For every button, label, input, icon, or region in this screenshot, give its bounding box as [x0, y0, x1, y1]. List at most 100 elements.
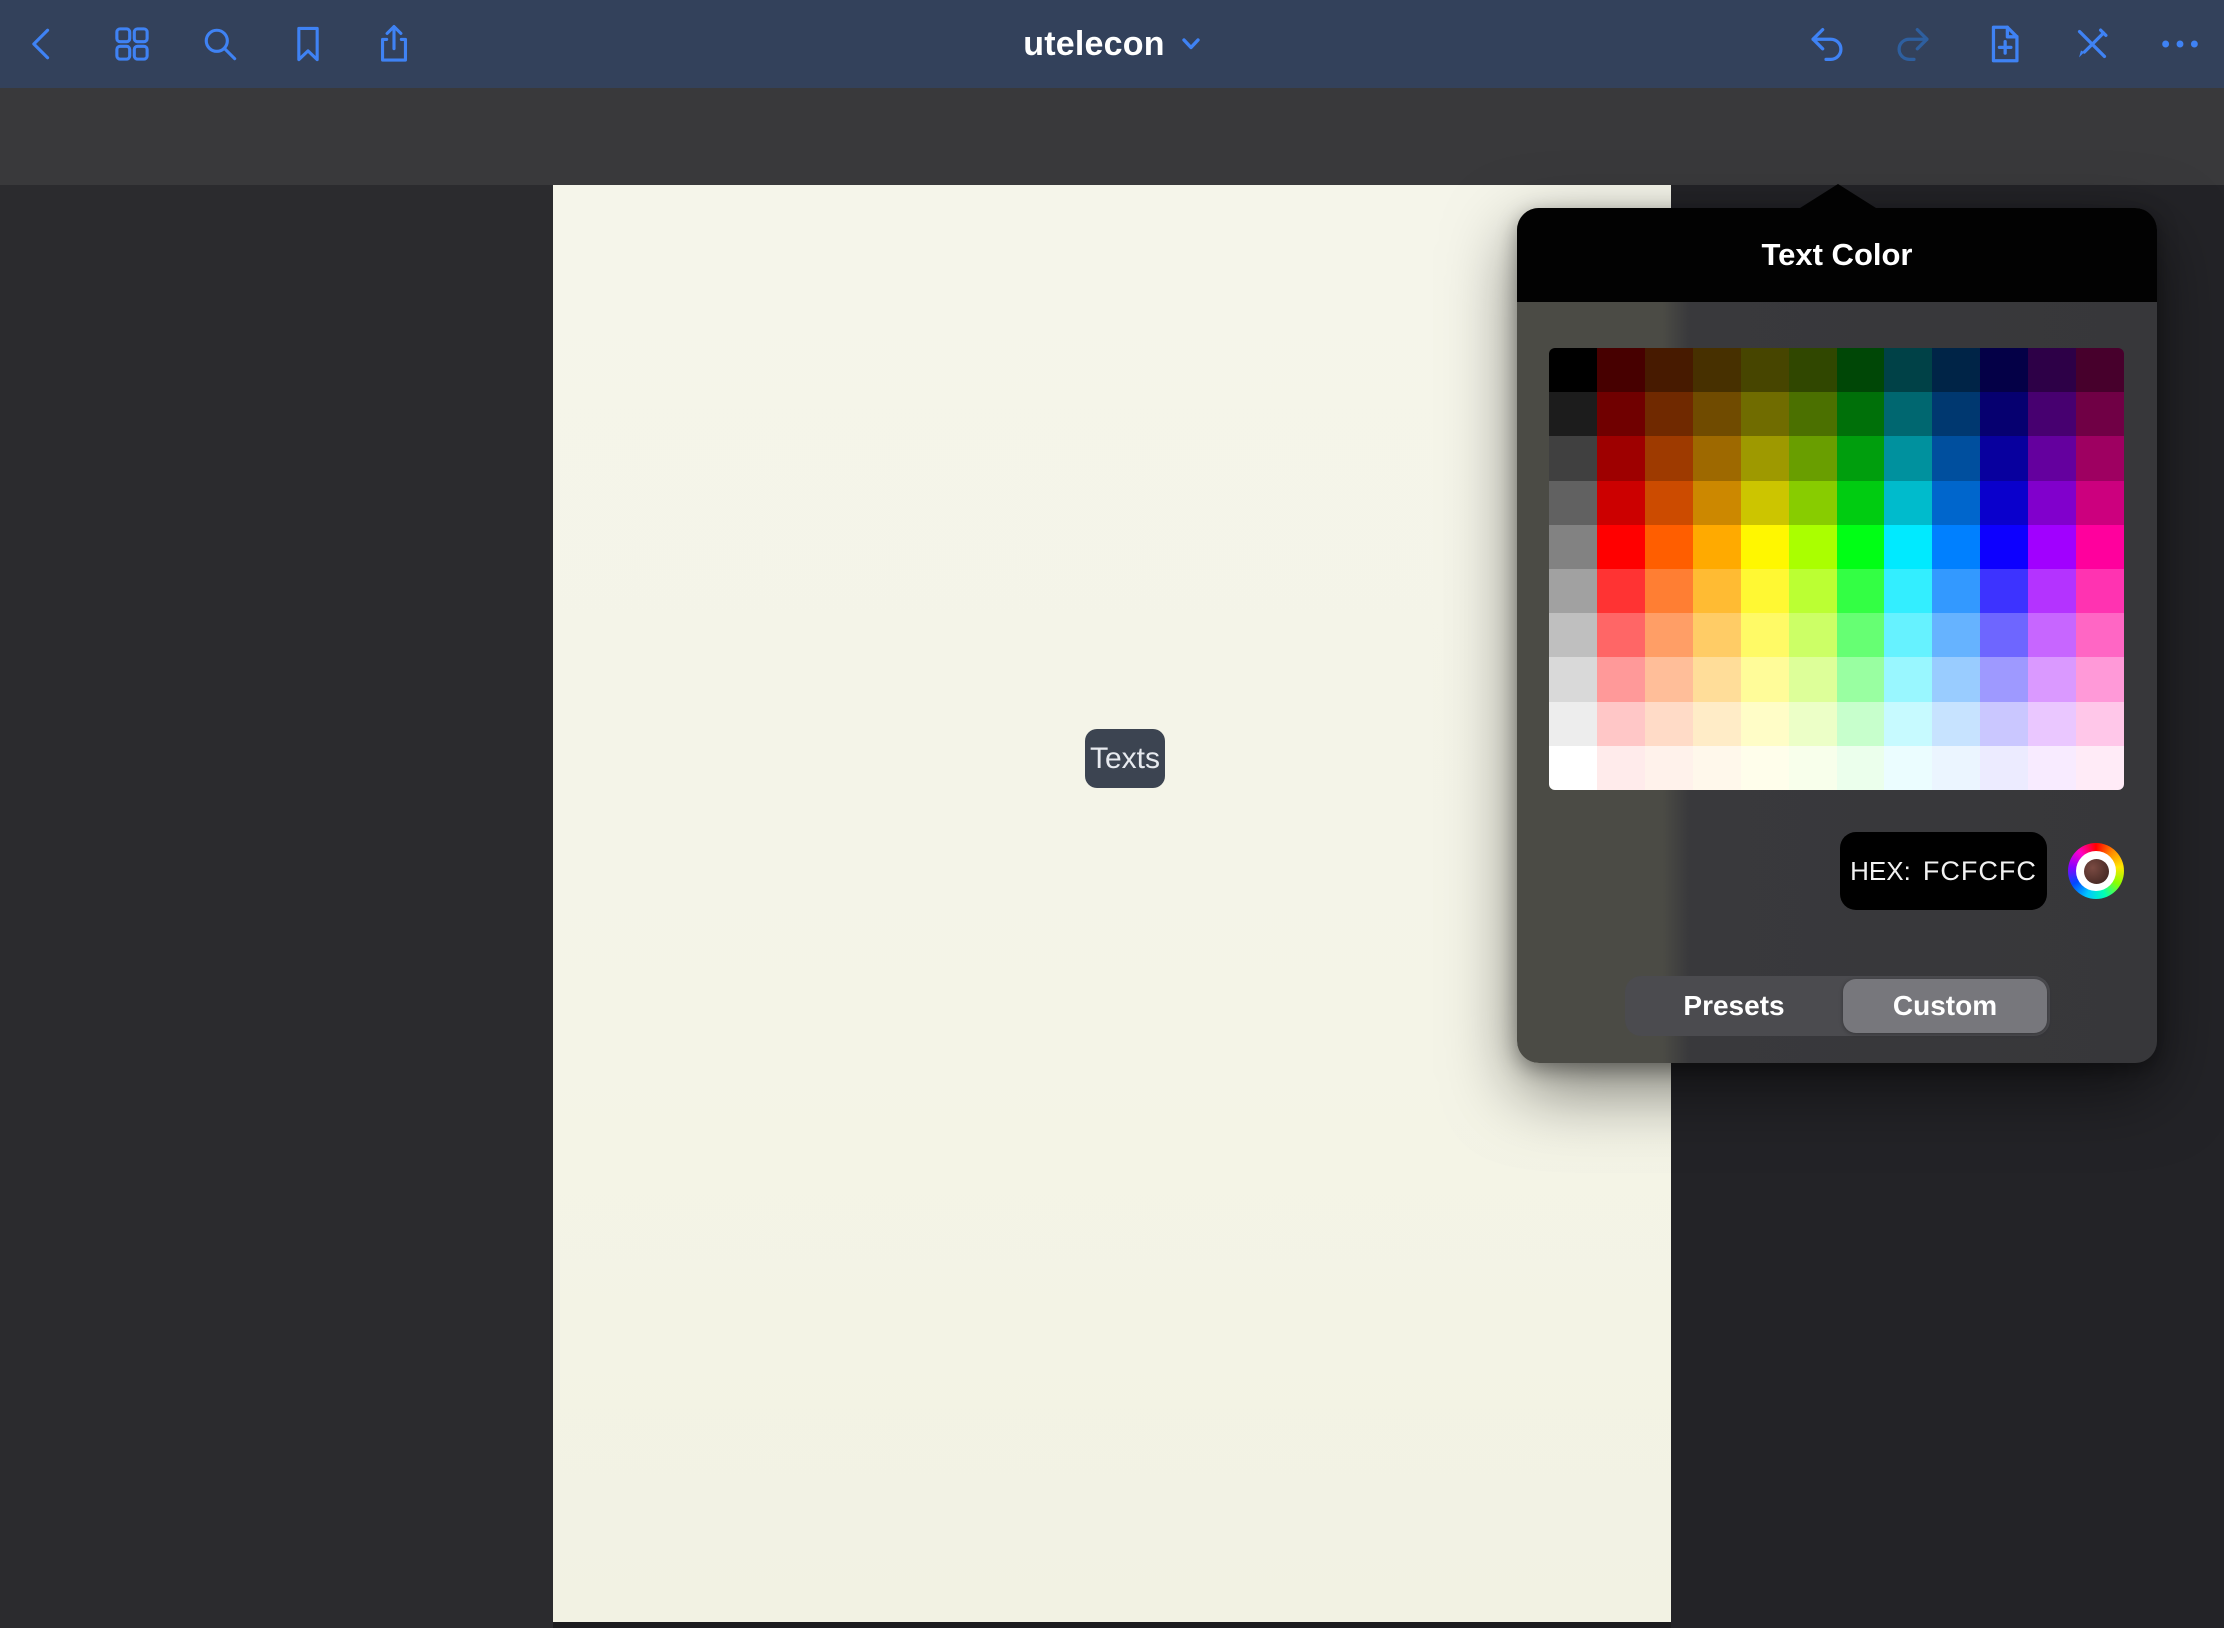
color-swatch[interactable]: [1932, 613, 1980, 657]
color-swatch[interactable]: [1645, 525, 1693, 569]
color-swatch[interactable]: [2076, 392, 2124, 436]
color-swatch[interactable]: [1837, 657, 1885, 701]
color-swatch[interactable]: [1932, 525, 1980, 569]
color-swatch[interactable]: [1645, 348, 1693, 392]
color-swatch[interactable]: [1597, 569, 1645, 613]
color-swatch[interactable]: [1789, 569, 1837, 613]
color-swatch[interactable]: [2076, 613, 2124, 657]
color-swatch[interactable]: [1645, 702, 1693, 746]
color-swatch[interactable]: [1837, 746, 1885, 790]
color-swatch[interactable]: [1741, 436, 1789, 480]
color-swatch[interactable]: [1884, 348, 1932, 392]
color-swatch[interactable]: [1932, 481, 1980, 525]
color-swatch[interactable]: [1837, 613, 1885, 657]
color-swatch[interactable]: [1549, 392, 1597, 436]
add-page-button[interactable]: [1980, 20, 2028, 68]
color-swatch[interactable]: [2028, 702, 2076, 746]
color-swatch[interactable]: [1693, 746, 1741, 790]
text-object[interactable]: Texts: [1085, 729, 1165, 788]
hex-input[interactable]: HEX: FCFCFC: [1840, 832, 2047, 910]
color-swatch[interactable]: [1597, 525, 1645, 569]
color-swatch[interactable]: [1884, 569, 1932, 613]
color-swatch[interactable]: [1693, 702, 1741, 746]
color-swatch[interactable]: [1932, 657, 1980, 701]
color-swatch[interactable]: [1741, 657, 1789, 701]
color-swatch[interactable]: [1741, 702, 1789, 746]
color-swatch[interactable]: [1549, 702, 1597, 746]
color-swatch[interactable]: [1980, 702, 2028, 746]
color-swatch[interactable]: [1932, 746, 1980, 790]
color-swatch[interactable]: [1693, 657, 1741, 701]
color-swatch[interactable]: [1597, 613, 1645, 657]
color-swatch[interactable]: [1980, 746, 2028, 790]
color-swatch[interactable]: [1693, 392, 1741, 436]
color-swatch[interactable]: [1884, 746, 1932, 790]
color-swatch[interactable]: [1549, 613, 1597, 657]
color-swatch[interactable]: [1980, 481, 2028, 525]
color-swatch[interactable]: [2028, 525, 2076, 569]
color-swatch[interactable]: [1549, 525, 1597, 569]
color-swatch[interactable]: [1645, 613, 1693, 657]
color-swatch[interactable]: [1789, 657, 1837, 701]
color-swatch[interactable]: [1741, 481, 1789, 525]
color-swatch[interactable]: [1837, 702, 1885, 746]
color-swatch[interactable]: [1693, 436, 1741, 480]
color-swatch[interactable]: [1980, 436, 2028, 480]
color-swatch[interactable]: [1837, 569, 1885, 613]
color-swatch[interactable]: [1932, 392, 1980, 436]
color-swatch[interactable]: [2076, 481, 2124, 525]
color-swatch[interactable]: [1645, 657, 1693, 701]
color-swatch[interactable]: [1741, 746, 1789, 790]
color-swatch[interactable]: [1693, 613, 1741, 657]
readonly-mode-button[interactable]: [2068, 20, 2116, 68]
color-swatch[interactable]: [1645, 746, 1693, 790]
color-swatch[interactable]: [2028, 746, 2076, 790]
color-swatch[interactable]: [1884, 392, 1932, 436]
color-swatch[interactable]: [1980, 348, 2028, 392]
color-swatch[interactable]: [1884, 436, 1932, 480]
color-swatch[interactable]: [1980, 613, 2028, 657]
color-swatch[interactable]: [2076, 525, 2124, 569]
color-swatch[interactable]: [1789, 436, 1837, 480]
color-swatch[interactable]: [2028, 348, 2076, 392]
color-swatch[interactable]: [1597, 657, 1645, 701]
color-swatch[interactable]: [1549, 348, 1597, 392]
color-swatch[interactable]: [1884, 702, 1932, 746]
color-swatch[interactable]: [2028, 569, 2076, 613]
color-swatch[interactable]: [1549, 569, 1597, 613]
tab-custom[interactable]: Custom: [1843, 979, 2047, 1033]
color-swatch[interactable]: [1789, 348, 1837, 392]
color-swatch[interactable]: [1741, 525, 1789, 569]
color-swatch[interactable]: [1932, 436, 1980, 480]
color-swatch[interactable]: [1980, 525, 2028, 569]
color-swatch[interactable]: [1884, 613, 1932, 657]
color-swatch[interactable]: [1837, 525, 1885, 569]
color-swatch[interactable]: [1645, 569, 1693, 613]
color-swatch[interactable]: [1597, 746, 1645, 790]
color-swatch[interactable]: [1741, 348, 1789, 392]
color-swatch[interactable]: [2076, 348, 2124, 392]
color-swatch[interactable]: [1789, 525, 1837, 569]
color-swatch[interactable]: [1549, 746, 1597, 790]
undo-button[interactable]: [1803, 20, 1851, 68]
color-swatch[interactable]: [1932, 702, 1980, 746]
color-swatch[interactable]: [1837, 436, 1885, 480]
color-swatch[interactable]: [1741, 613, 1789, 657]
color-swatch[interactable]: [1693, 525, 1741, 569]
color-swatch[interactable]: [1884, 657, 1932, 701]
tab-presets[interactable]: Presets: [1625, 976, 1843, 1036]
color-swatch[interactable]: [2076, 436, 2124, 480]
color-swatch[interactable]: [2028, 436, 2076, 480]
color-swatch[interactable]: [1741, 569, 1789, 613]
color-swatch[interactable]: [2028, 481, 2076, 525]
color-swatch[interactable]: [2076, 569, 2124, 613]
color-swatch[interactable]: [1693, 569, 1741, 613]
color-wheel-button[interactable]: [2068, 843, 2124, 899]
color-swatch[interactable]: [2076, 702, 2124, 746]
color-swatch[interactable]: [1789, 613, 1837, 657]
redo-button[interactable]: [1889, 20, 1937, 68]
note-page[interactable]: Texts: [553, 185, 1671, 1622]
color-swatch[interactable]: [1932, 348, 1980, 392]
color-swatch[interactable]: [1597, 481, 1645, 525]
color-swatch[interactable]: [1884, 481, 1932, 525]
